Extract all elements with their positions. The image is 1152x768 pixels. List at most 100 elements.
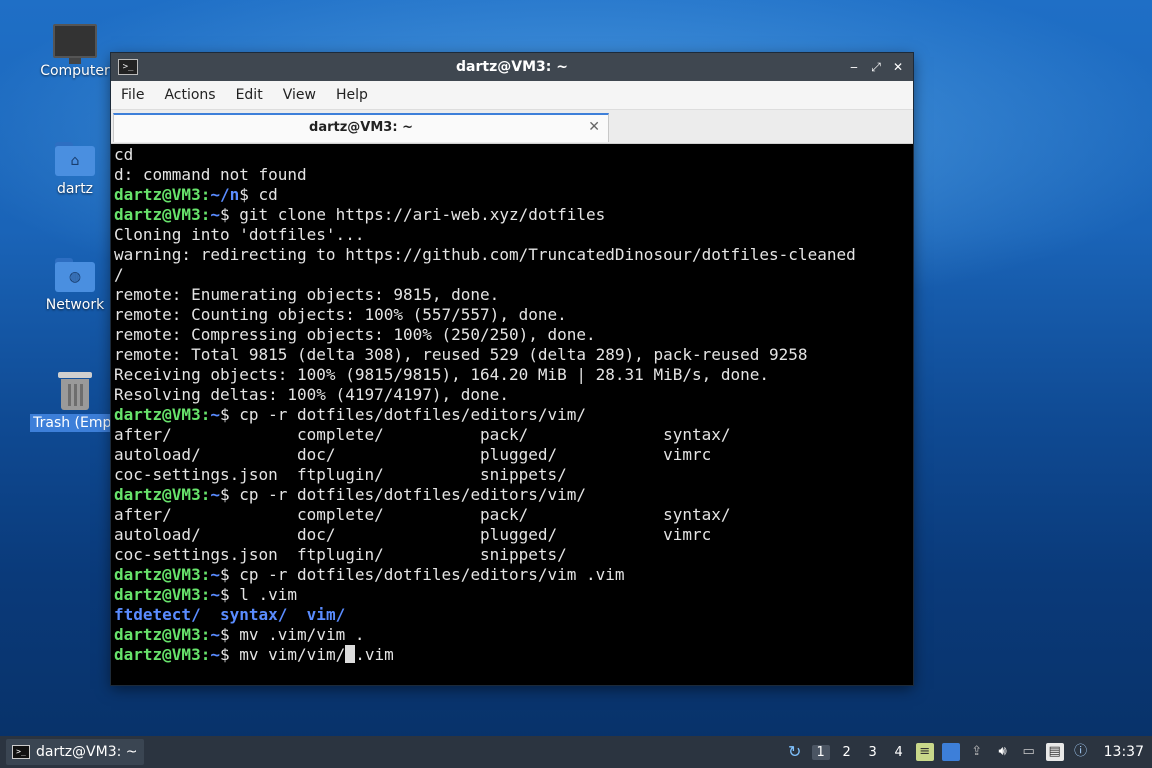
terminal-line: Cloning into 'dotfiles'... — [114, 225, 910, 245]
prompt-path: ~ — [210, 565, 220, 584]
clock[interactable]: 13:37 — [1104, 744, 1144, 760]
computer-icon — [53, 24, 97, 64]
terminal-line: dartz@VM3:~$ l .vim — [114, 585, 910, 605]
menu-file[interactable]: File — [111, 87, 154, 103]
terminal-output[interactable]: cd d: command not found dartz@VM3:~/n$ cd d… — [114, 145, 910, 682]
terminal-line: remote: Counting objects: 100% (557/557)… — [114, 305, 910, 325]
output-text: warning: redirecting to https://github.c… — [114, 245, 856, 264]
terminal-line: coc-settings.json ftplugin/ snippets/ — [114, 465, 910, 485]
directory-entry: vim/ — [306, 605, 346, 624]
command-text: $ cp -r dotfiles/dotfiles/editors/vim/ — [219, 485, 587, 504]
prompt-separator: : — [200, 185, 211, 204]
command-text: $ cp -r dotfiles/dotfiles/editors/vim/ — [219, 405, 587, 424]
output-text: remote: Counting objects: 100% (557/557)… — [114, 305, 567, 324]
notification-icon[interactable]: ⓘ — [1072, 743, 1090, 761]
terminal-line: dartz@VM3:~$ mv .vim/vim . — [114, 625, 910, 645]
output-text: remote: Compressing objects: 100% (250/2… — [114, 325, 596, 344]
window-title: dartz@VM3: ~ — [456, 59, 568, 75]
trash-icon — [58, 372, 92, 410]
window-titlebar[interactable]: >_ dartz@VM3: ~ ‒ ⤢ ✕ — [111, 53, 913, 81]
terminal-line: after/ complete/ pack/ syntax/ — [114, 425, 910, 445]
prompt-separator: : — [200, 585, 211, 604]
upload-icon[interactable]: ⇪ — [968, 743, 986, 761]
show-desktop-icon[interactable] — [941, 743, 960, 761]
terminal-line: dartz@VM3:~$ cp -r dotfiles/dotfiles/edi… — [114, 565, 910, 585]
desktop-icon-label: Trash (Empt — [30, 414, 120, 432]
terminal-line: Receiving objects: 100% (9815/9815), 164… — [114, 365, 910, 385]
menu-help[interactable]: Help — [326, 87, 378, 103]
workspace-2[interactable]: 2 — [838, 745, 856, 760]
workspace-3[interactable]: 3 — [864, 745, 882, 760]
prompt-separator: : — [200, 625, 211, 644]
taskbar-window-label: dartz@VM3: ~ — [36, 744, 138, 760]
minimize-button[interactable]: ‒ — [847, 60, 861, 75]
terminal-line: cd — [114, 145, 910, 165]
network-folder-icon: ◍ — [55, 258, 95, 292]
directory-entry: ftdetect/ — [114, 605, 201, 624]
terminal-line: dartz@VM3:~$ mv vim/vim/ .vim — [114, 645, 910, 665]
command-text: $ mv .vim/vim . — [219, 625, 365, 644]
notes-icon[interactable]: ≡ — [915, 743, 934, 761]
taskbar-window-button[interactable]: >_ dartz@VM3: ~ — [6, 739, 144, 765]
prompt-separator: : — [200, 405, 211, 424]
desktop-icon-label: Computer — [40, 63, 110, 79]
terminal-line: after/ complete/ pack/ syntax/ — [114, 505, 910, 525]
prompt-path: ~ — [210, 405, 220, 424]
command-text: $ mv vim/vim/ — [219, 645, 346, 664]
prompt-separator: : — [200, 565, 211, 584]
output-text: remote: Total 9815 (delta 308), reused 5… — [114, 345, 808, 364]
command-text: .vim — [355, 645, 394, 664]
output-text: remote: Enumerating objects: 9815, done. — [114, 285, 500, 304]
prompt-user: dartz@VM3 — [114, 585, 201, 604]
clipboard-icon[interactable]: ▤ — [1045, 743, 1064, 761]
updater-icon[interactable]: ↻ — [786, 743, 804, 761]
prompt-separator: : — [200, 645, 211, 664]
output-text: autoload/ doc/ plugged/ vimrc — [114, 525, 712, 544]
system-tray: ↻ 1 2 3 4 ≡ ⇪ 🔊︎ ▭ ▤ ⓘ 13:37 — [786, 743, 1144, 761]
prompt-user: dartz@VM3 — [114, 205, 201, 224]
close-button[interactable]: ✕ — [891, 60, 905, 75]
output-text: autoload/ doc/ plugged/ vimrc — [114, 445, 712, 464]
terminal-line: / — [114, 265, 910, 285]
output-text: after/ complete/ pack/ syntax/ — [114, 505, 731, 524]
output-text: Resolving deltas: 100% (4197/4197), done… — [114, 385, 509, 404]
workspace-4[interactable]: 4 — [890, 745, 908, 760]
workspace-1[interactable]: 1 — [811, 744, 830, 760]
prompt-path: ~/n — [210, 185, 240, 204]
prompt-user: dartz@VM3 — [114, 485, 201, 504]
menu-view[interactable]: View — [273, 87, 326, 103]
tab-close-icon[interactable]: ✕ — [588, 119, 600, 135]
terminal-line: dartz@VM3:~$ git clone https://ari-web.x… — [114, 205, 910, 225]
terminal-line: remote: Enumerating objects: 9815, done. — [114, 285, 910, 305]
prompt-path: ~ — [210, 485, 220, 504]
terminal-line: autoload/ doc/ plugged/ vimrc — [114, 445, 910, 465]
terminal-line: Resolving deltas: 100% (4197/4197), done… — [114, 385, 910, 405]
tab-terminal[interactable]: dartz@VM3: ~ ✕ — [113, 113, 609, 142]
menu-edit[interactable]: Edit — [226, 87, 273, 103]
terminal-app-icon[interactable]: >_ — [118, 59, 138, 75]
output-text: after/ complete/ pack/ syntax/ — [114, 425, 731, 444]
prompt-separator: : — [200, 485, 211, 504]
terminal-line: remote: Total 9815 (delta 308), reused 5… — [114, 345, 910, 365]
prompt-user: dartz@VM3 — [114, 645, 201, 664]
terminal-window[interactable]: >_ dartz@VM3: ~ ‒ ⤢ ✕ File Actions Edit … — [111, 53, 913, 685]
volume-icon[interactable]: 🔊︎ — [994, 743, 1012, 761]
menubar: File Actions Edit View Help — [111, 81, 913, 110]
output-text: coc-settings.json ftplugin/ snippets/ — [114, 545, 567, 564]
prompt-user: dartz@VM3 — [114, 185, 201, 204]
text-cursor — [345, 645, 356, 663]
maximize-button[interactable]: ⤢ — [869, 60, 883, 75]
prompt-path: ~ — [210, 205, 220, 224]
prompt-path: ~ — [210, 625, 220, 644]
output-text: / — [114, 265, 124, 284]
prompt-user: dartz@VM3 — [114, 625, 201, 644]
prompt-path: ~ — [210, 585, 220, 604]
menu-actions[interactable]: Actions — [154, 87, 225, 103]
output-text: coc-settings.json ftplugin/ snippets/ — [114, 465, 567, 484]
output-text: cd — [114, 145, 134, 164]
command-text: $ cd — [239, 185, 278, 204]
terminal-line: dartz@VM3:~/n$ cd — [114, 185, 910, 205]
network-status-icon[interactable]: ▭ — [1020, 743, 1038, 761]
